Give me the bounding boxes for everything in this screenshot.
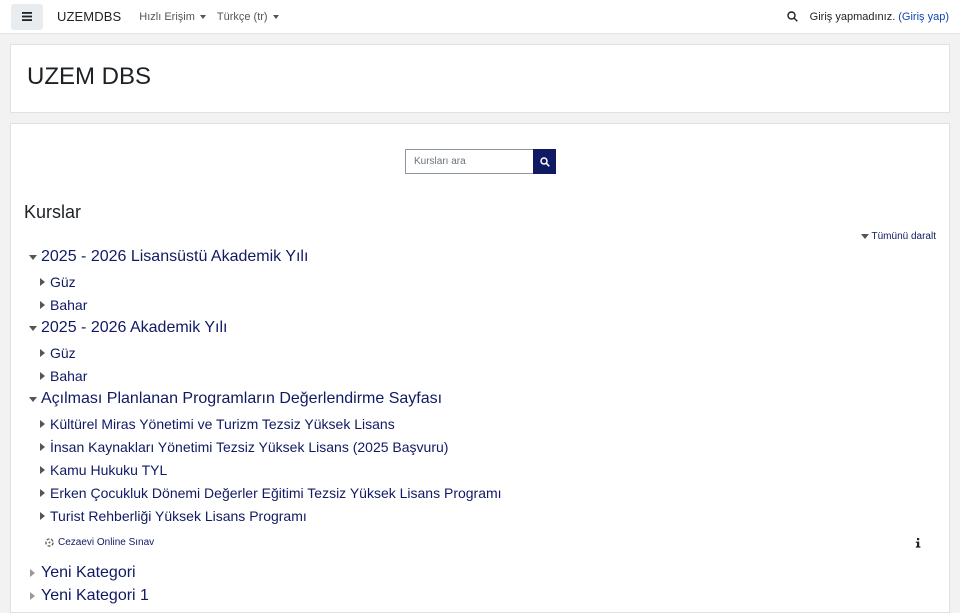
category-lisansustu[interactable]: 2025 - 2026 Lisansüstü Akademik Yılı — [27, 248, 308, 266]
site-brand-link[interactable]: UZEMDBS — [57, 9, 121, 24]
course-search-button[interactable] — [533, 149, 556, 174]
subcategory-guz[interactable]: Güz — [38, 274, 76, 290]
collapsed-caret-icon — [39, 466, 45, 474]
subcategory-guz[interactable]: Güz — [38, 345, 76, 361]
search-toggle-button[interactable] — [786, 11, 798, 22]
category-planned-programs[interactable]: Açılması Planlanan Programların Değerlen… — [27, 390, 442, 408]
expanded-caret-icon — [28, 396, 37, 402]
collapsed-caret-icon — [39, 512, 45, 520]
category-name: 2025 - 2026 Akademik Yılı — [41, 319, 228, 336]
category-name: Yeni Kategori 1 — [41, 587, 149, 604]
collapsed-caret-icon — [39, 443, 45, 451]
subcategory-kulturel-miras[interactable]: Kültürel Miras Yönetimi ve Turizm Tezsiz… — [38, 416, 395, 432]
category-yeni-kategori-1[interactable]: Yeni Kategori 1 — [27, 587, 149, 605]
drawer-toggle-button[interactable] — [11, 3, 43, 30]
info-icon — [915, 538, 921, 548]
subcategory-bahar[interactable]: Bahar — [38, 368, 87, 384]
caret-down-icon — [199, 14, 206, 19]
expanded-caret-icon — [28, 325, 37, 331]
quick-access-dropdown[interactable]: Hızlı Erişim — [139, 11, 206, 23]
subcategory-name: Güz — [50, 274, 76, 290]
subcategory-name: İnsan Kaynakları Yönetimi Tezsiz Yüksek … — [50, 439, 449, 455]
subcategory-name: Bahar — [50, 297, 88, 313]
category-akademik[interactable]: 2025 - 2026 Akademik Yılı — [27, 319, 228, 337]
collapsed-caret-icon — [30, 592, 35, 600]
language-dropdown[interactable]: Türkçe (tr) — [217, 11, 279, 23]
caret-down-icon — [272, 14, 279, 19]
page-header: UZEM DBS — [10, 44, 950, 113]
subcategory-insan-kaynaklari[interactable]: İnsan Kaynakları Yönetimi Tezsiz Yüksek … — [38, 439, 448, 455]
courses-heading: Kurslar — [24, 202, 82, 222]
page-title: UZEM DBS — [27, 63, 152, 90]
main-content: Kurslar Tümünü daralt 2025 - 2026 Lisans… — [10, 123, 950, 613]
category-name: Yeni Kategori — [41, 564, 136, 581]
subcategory-kamu-hukuku[interactable]: Kamu Hukuku TYL — [38, 462, 167, 478]
subcategory-bahar[interactable]: Bahar — [38, 297, 87, 313]
subcategory-turist-rehberligi[interactable]: Turist Rehberliği Yüksek Lisans Programı — [38, 508, 307, 524]
login-link[interactable]: (Giriş yap) — [898, 11, 949, 23]
expanded-caret-icon — [28, 254, 37, 260]
category-name: 2025 - 2026 Lisansüstü Akademik Yılı — [41, 248, 309, 265]
subcategory-name: Turist Rehberliği Yüksek Lisans Programı — [50, 508, 307, 524]
collapsed-caret-icon — [39, 420, 45, 428]
language-label: Türkçe (tr) — [216, 10, 268, 23]
category-yeni-kategori[interactable]: Yeni Kategori — [27, 564, 136, 582]
subcategory-name: Erken Çocukluk Dönemi Değerler Eğitimi T… — [50, 485, 502, 501]
subcategory-name: Bahar — [50, 368, 88, 384]
collapsed-caret-icon — [39, 349, 45, 357]
hamburger-menu-icon — [22, 12, 32, 21]
search-icon — [539, 156, 550, 167]
top-navbar: UZEMDBS Hızlı Erişim Türkçe (tr) Giriş y… — [0, 0, 960, 34]
collapse-all-label: Tümünü daralt — [871, 231, 936, 242]
search-icon — [786, 11, 798, 22]
course-link-cezaevi[interactable]: Cezaevi Online Sınav — [44, 537, 154, 548]
subcategory-name: Kamu Hukuku TYL — [50, 462, 168, 478]
quick-access-label: Hızlı Erişim — [139, 10, 195, 23]
caret-down-icon — [860, 234, 869, 239]
collapsed-caret-icon — [39, 301, 45, 309]
category-name: Açılması Planlanan Programların Değerlen… — [41, 390, 443, 407]
course-summary-button[interactable] — [915, 535, 921, 553]
login-status-text: Giriş yapmadınız. — [809, 10, 896, 23]
collapsed-caret-icon — [30, 569, 35, 577]
collapsed-caret-icon — [39, 372, 45, 380]
user-area: Giriş yapmadınız. (Giriş yap) — [786, 10, 949, 23]
collapsed-caret-icon — [39, 278, 45, 286]
course-name: Cezaevi Online Sınav — [58, 537, 155, 548]
course-search-form — [405, 149, 556, 174]
subcategory-name: Kültürel Miras Yönetimi ve Turizm Tezsiz… — [50, 416, 395, 432]
subcategory-erken-cocukluk[interactable]: Erken Çocukluk Dönemi Değerler Eğitimi T… — [38, 485, 502, 501]
subcategory-name: Güz — [50, 345, 76, 361]
course-icon — [45, 538, 54, 547]
collapsed-caret-icon — [39, 489, 45, 497]
collapse-all-link[interactable]: Tümünü daralt — [860, 231, 936, 242]
course-search-input[interactable] — [405, 149, 533, 174]
